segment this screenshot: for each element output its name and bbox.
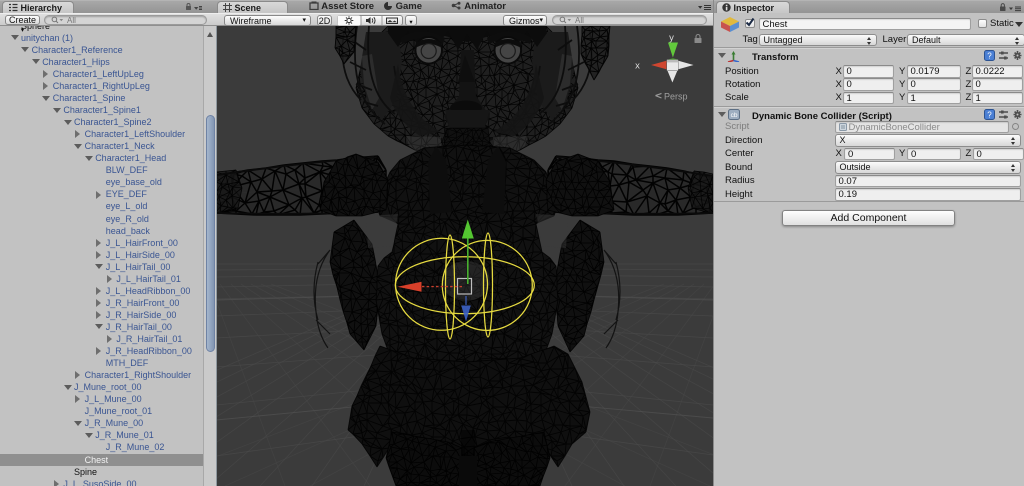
svg-text:?: ? — [987, 110, 992, 119]
svg-text:?: ? — [987, 51, 992, 60]
svg-text:Persp: Persp — [664, 92, 688, 102]
svg-text:cb: cb — [731, 112, 738, 119]
svg-text:x: x — [635, 61, 640, 72]
svg-text:y: y — [669, 33, 674, 44]
